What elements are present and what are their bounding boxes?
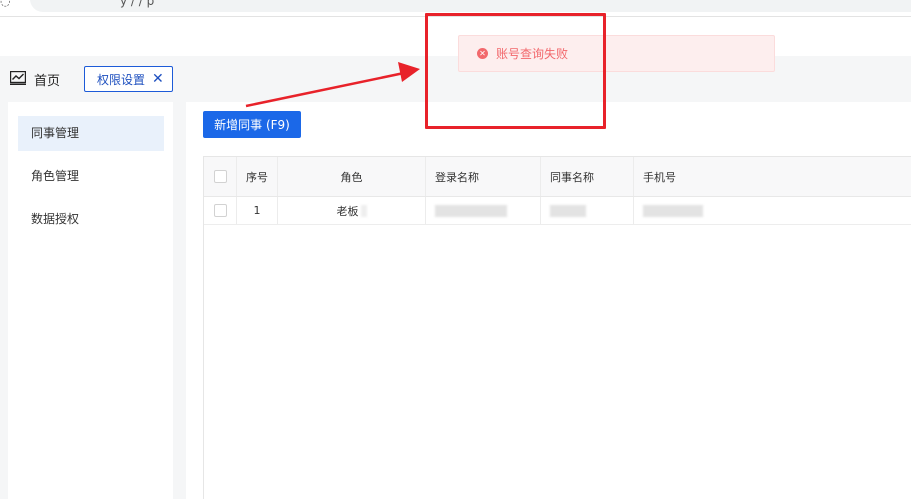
- annotation-arrow: [245, 62, 420, 108]
